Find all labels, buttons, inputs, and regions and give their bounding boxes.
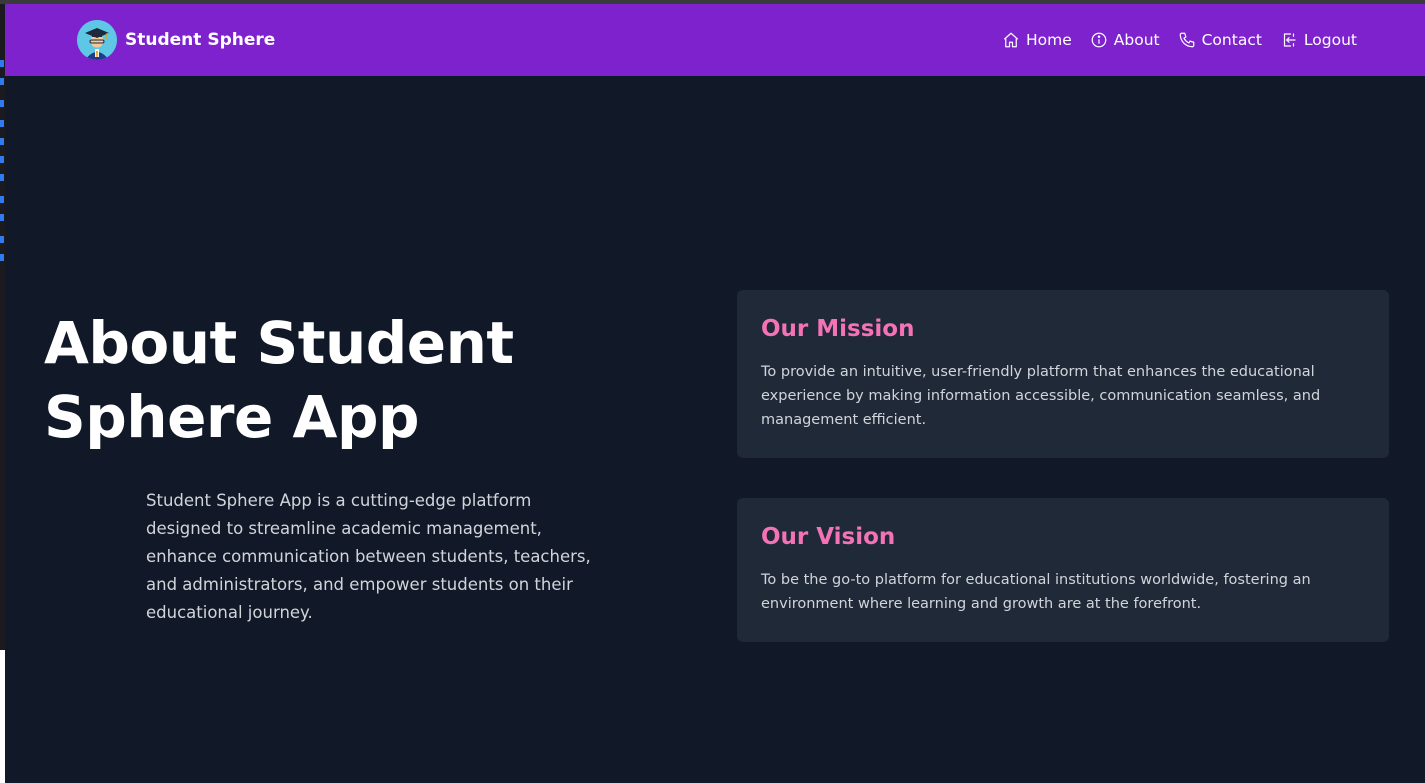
gutter-marker — [0, 236, 4, 243]
mission-card: Our Mission To provide an intuitive, use… — [737, 290, 1389, 458]
graduate-avatar-icon — [77, 20, 117, 60]
gutter-marker — [0, 156, 4, 163]
navbar: Student Sphere Home About Contact Logout — [5, 4, 1425, 76]
brand-name: Student Sphere — [125, 30, 276, 50]
vision-title: Our Vision — [761, 524, 896, 550]
left-gutter — [0, 4, 5, 783]
page: Student Sphere Home About Contact Logout… — [0, 0, 1425, 783]
nav-link-label: Contact — [1201, 31, 1262, 49]
vision-card: Our Vision To be the go-to platform for … — [737, 498, 1389, 642]
gutter-marker — [0, 120, 4, 127]
info-icon — [1091, 32, 1107, 48]
nav-link-label: Logout — [1303, 31, 1357, 49]
nav-links: Home About Contact Logout — [1002, 31, 1357, 49]
phone-icon — [1179, 32, 1194, 48]
home-icon — [1003, 32, 1019, 48]
nav-link-label: Home — [1026, 31, 1072, 49]
hero-description: Student Sphere App is a cutting-edge pla… — [146, 491, 591, 622]
nav-link-logout[interactable]: Logout — [1280, 31, 1357, 49]
nav-link-label: About — [1113, 31, 1160, 49]
gutter-marker — [0, 214, 4, 221]
gutter-marker — [0, 100, 4, 107]
gutter-marker — [0, 78, 4, 85]
gutter-marker — [0, 60, 4, 67]
gutter-marker — [0, 174, 4, 181]
nav-link-contact[interactable]: Contact — [1178, 31, 1262, 49]
mission-title: Our Mission — [761, 316, 915, 342]
gutter-marker — [0, 254, 4, 261]
nav-link-about[interactable]: About — [1090, 31, 1160, 49]
nav-link-home[interactable]: Home — [1002, 31, 1072, 49]
logout-icon — [1283, 33, 1296, 47]
vision-text: To be the go-to platform for educational… — [761, 572, 1311, 612]
gutter-marker — [0, 138, 4, 145]
page-title: About Student Sphere App — [44, 309, 514, 451]
mission-text: To provide an intuitive, user-friendly p… — [761, 364, 1321, 428]
gutter-white-block — [0, 650, 5, 783]
brand[interactable]: Student Sphere — [77, 20, 275, 60]
gutter-marker — [0, 196, 4, 203]
